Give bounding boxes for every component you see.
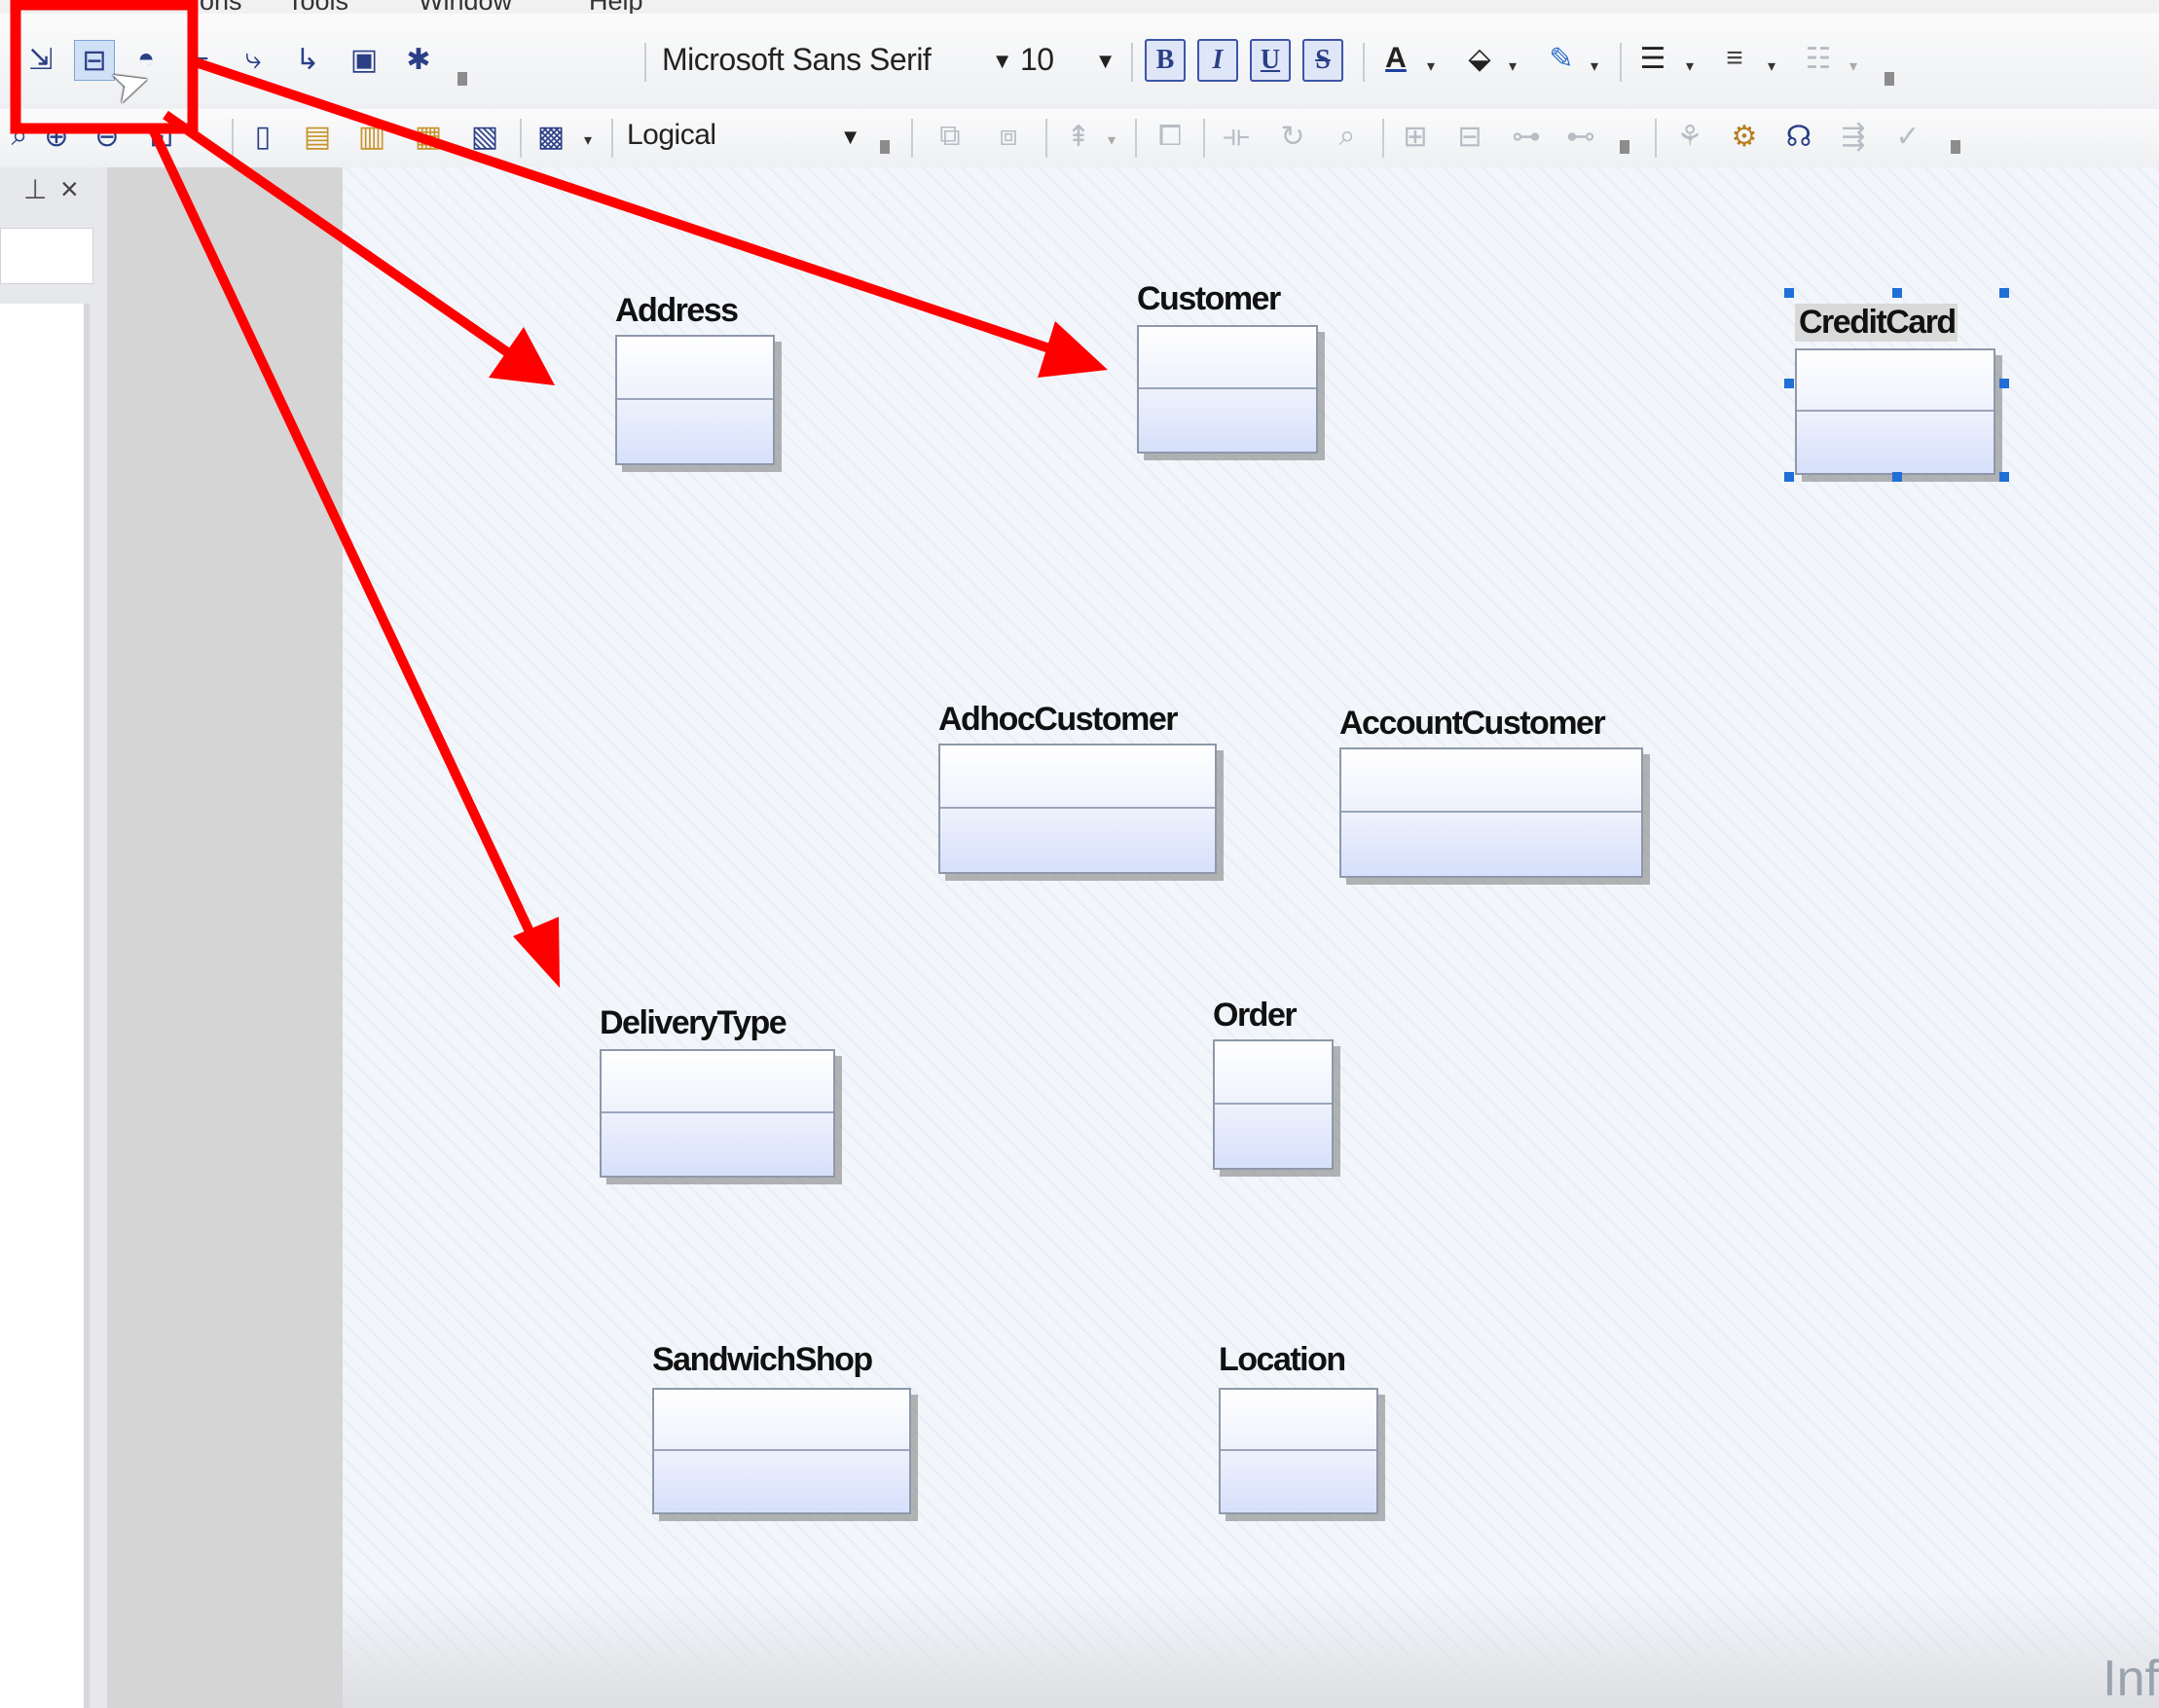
arrow-head <box>1038 321 1108 378</box>
annotation-overlay <box>10 0 1108 988</box>
arrow-to-customer <box>188 55 1063 357</box>
arrow-to-deliverytype <box>149 128 540 947</box>
arrow-head <box>513 917 560 988</box>
highlight-box <box>10 0 199 134</box>
arrow-head <box>489 327 555 385</box>
